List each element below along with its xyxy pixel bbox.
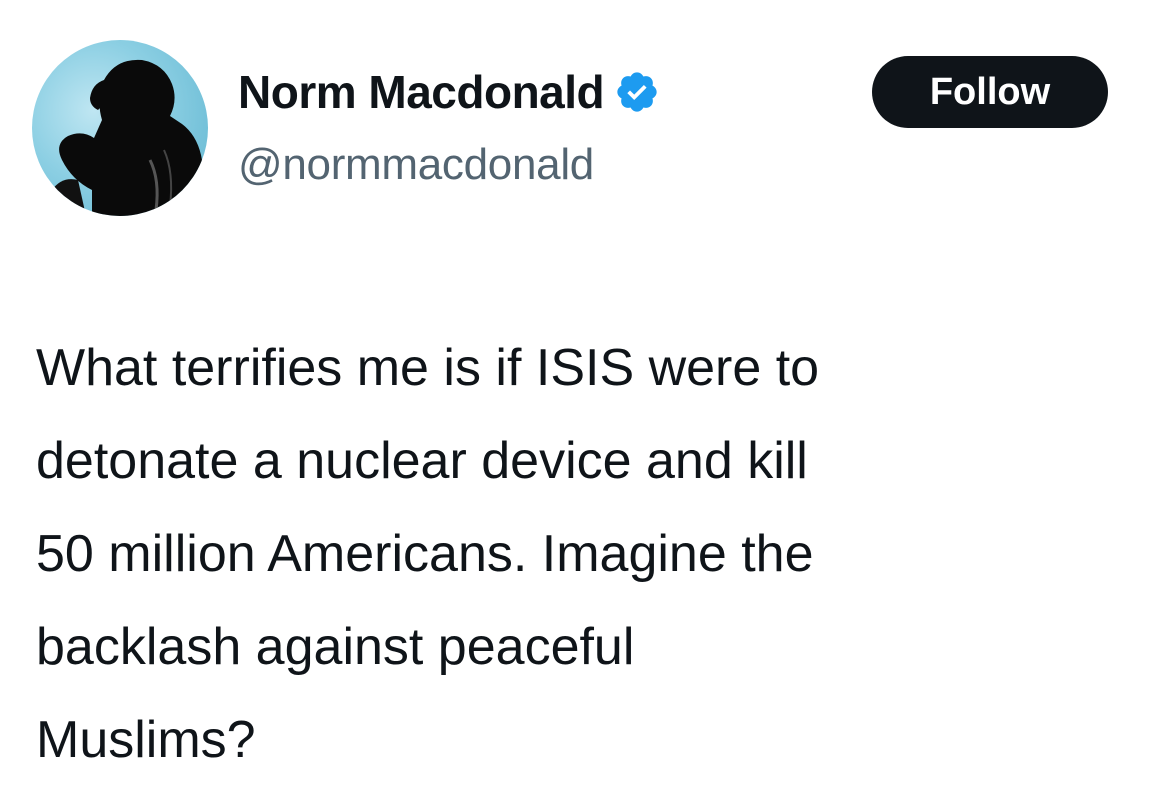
avatar-silhouette <box>46 59 208 216</box>
tweet-text-line: What terrifies me is if ISIS were to <box>36 339 820 397</box>
author-display-name[interactable]: Norm Macdonald <box>238 65 605 119</box>
avatar[interactable] <box>32 40 208 216</box>
tweet-text-line: backlash against peaceful <box>36 618 635 676</box>
tweet-text-line: Muslims? <box>36 711 256 769</box>
tweet-text-line: 50 million Americans. Imagine the <box>36 525 814 583</box>
tweet-text: What terrifies me is if ISIS were to det… <box>36 322 1136 787</box>
tweet-text-line: detonate a nuclear device and kill <box>36 432 808 490</box>
author-name-row: Norm Macdonald <box>238 62 660 122</box>
tweet-card: Norm Macdonald @normmacdonald Follow Wha… <box>0 0 1170 805</box>
author-handle[interactable]: @normmacdonald <box>238 140 594 190</box>
verified-badge-icon[interactable] <box>614 69 660 115</box>
follow-button[interactable]: Follow <box>872 56 1108 128</box>
